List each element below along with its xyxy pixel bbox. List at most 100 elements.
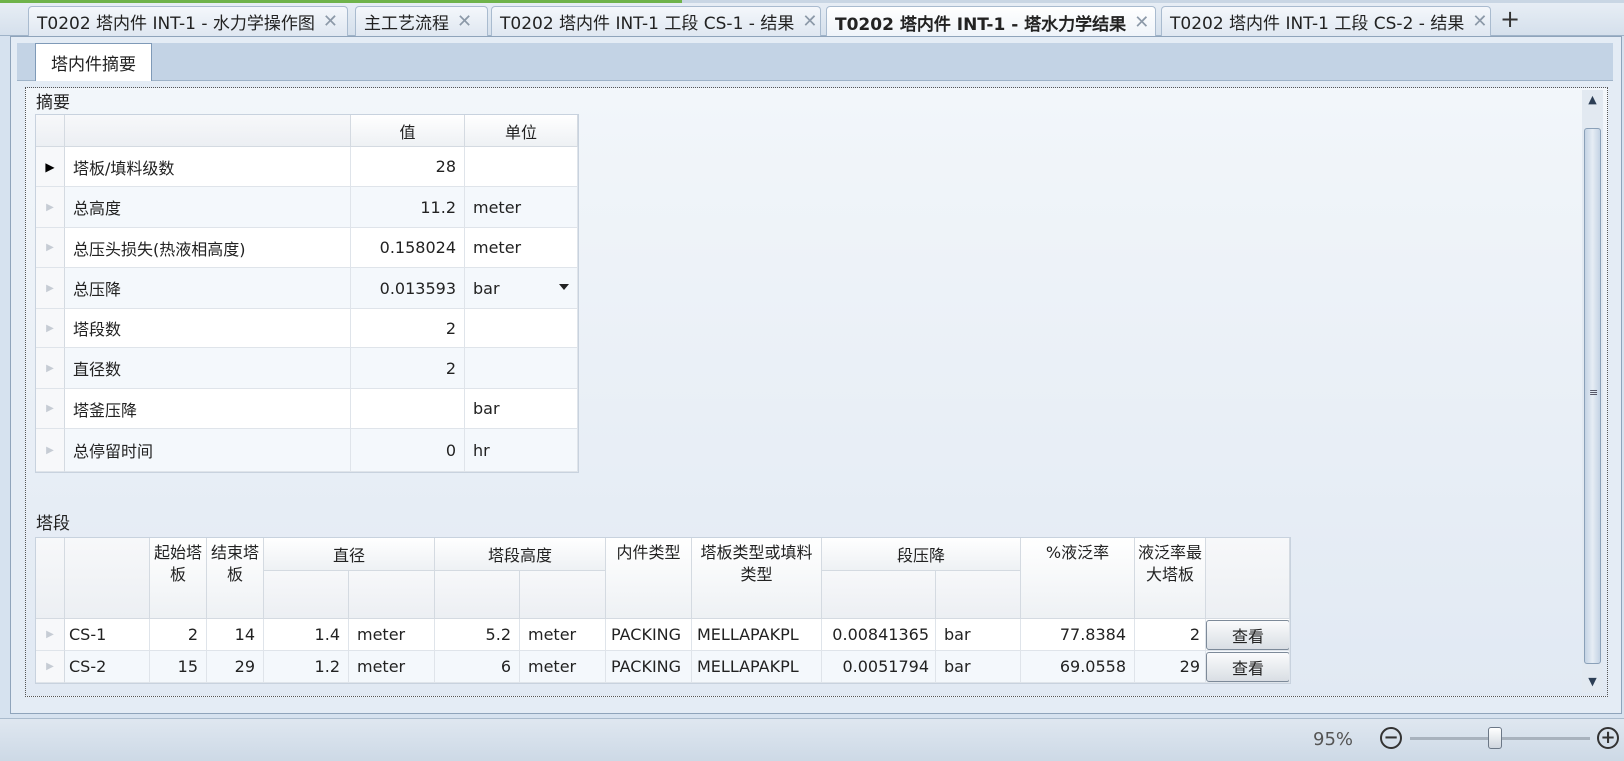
row-selector[interactable]: ▶ <box>36 651 65 683</box>
close-icon[interactable]: ✕ <box>1472 11 1487 32</box>
summary-row-value: 0.013593 <box>351 268 465 309</box>
diameter-header: 直径 <box>264 538 435 571</box>
tab-label: T0202 塔内件 INT-1 - 水力学操作图 <box>37 14 315 34</box>
diameter-unit-cell: meter <box>349 651 435 683</box>
section-dp-header: 段压降 <box>822 538 1021 571</box>
row-header-corner <box>36 115 65 147</box>
scroll-thumb[interactable]: ≡ <box>1584 128 1601 664</box>
internal-type-cell: PACKING <box>606 619 692 651</box>
row-header-corner <box>36 538 65 619</box>
height-unit-cell: meter <box>520 619 606 651</box>
height-value-subheader <box>435 571 520 619</box>
section-dp-unit-cell: bar <box>936 651 1021 683</box>
grip-icon: ≡ <box>1589 386 1599 399</box>
internal-type-cell: PACKING <box>606 651 692 683</box>
diameter-unit-subheader <box>349 571 435 619</box>
scroll-up-icon[interactable]: ▲ <box>1582 90 1603 110</box>
close-icon[interactable]: ✕ <box>802 11 817 32</box>
section-dp-unit-cell: bar <box>936 619 1021 651</box>
summary-row-unit: meter <box>465 187 578 228</box>
summary-row-unit <box>465 147 578 187</box>
diameter-cell: 1.4 <box>264 619 349 651</box>
row-selector[interactable]: ▶ <box>36 309 65 348</box>
row-selector[interactable]: ▶ <box>36 187 65 228</box>
tab-internals-summary[interactable]: 塔内件摘要 <box>35 43 152 81</box>
row-selector[interactable]: ▶ <box>36 268 65 309</box>
pct-flood-cell: 69.0558 <box>1021 651 1135 683</box>
summary-row-unit: meter <box>465 228 578 268</box>
row-selector[interactable]: ▶ <box>36 228 65 268</box>
zoom-out-icon[interactable]: − <box>1380 727 1402 749</box>
section-name: CS-2 <box>65 651 150 683</box>
section-dp-cell: 0.0051794 <box>822 651 936 683</box>
row-selector[interactable]: ▶ <box>36 619 65 651</box>
summary-row-value: 0.158024 <box>351 228 465 268</box>
summary-row-value: 0 <box>351 429 465 472</box>
sections-section-label: 塔段 <box>36 514 70 534</box>
status-bar: 95% − + <box>0 718 1624 761</box>
summary-row-value: 28 <box>351 147 465 187</box>
height-unit-subheader <box>520 571 606 619</box>
view-button[interactable]: 查看 <box>1206 620 1289 650</box>
max-flood-tray-cell: 2 <box>1135 619 1206 651</box>
pressure-drop-unit-select[interactable]: bar <box>465 268 578 309</box>
tab-label: T0202 塔内件 INT-1 - 塔水力学结果 <box>835 14 1127 35</box>
summary-row-value <box>351 389 465 429</box>
diameter-value-subheader <box>264 571 349 619</box>
summary-row-unit: bar <box>473 278 500 298</box>
view-button[interactable]: 查看 <box>1206 652 1289 682</box>
vertical-scrollbar[interactable]: ▲ ≡ ▼ <box>1582 90 1603 693</box>
tab-hydraulic-results[interactable]: T0202 塔内件 INT-1 - 塔水力学结果 ✕ <box>826 6 1156 37</box>
end-tray-cell: 14 <box>207 619 264 651</box>
height-unit-cell: meter <box>520 651 606 683</box>
value-column-header: 值 <box>351 115 465 147</box>
packing-type-cell: MELLAPAKPL <box>692 619 822 651</box>
row-selector[interactable]: ▶ <box>36 348 65 389</box>
tab-cs2-results[interactable]: T0202 塔内件 INT-1 工段 CS-2 - 结果 ✕ <box>1161 6 1491 36</box>
summary-row-name: 直径数 <box>65 348 351 389</box>
summary-row-unit <box>465 348 578 389</box>
summary-row-name: 总压头损失(热液相高度) <box>65 228 351 268</box>
name-column-header <box>65 538 150 619</box>
zoom-in-icon[interactable]: + <box>1597 727 1619 749</box>
summary-row-value: 2 <box>351 309 465 348</box>
row-selector[interactable]: ▶ <box>36 389 65 429</box>
start-tray-cell: 2 <box>150 619 207 651</box>
summary-row-name: 总停留时间 <box>65 429 351 472</box>
tab-label: T0202 塔内件 INT-1 工段 CS-2 - 结果 <box>1170 14 1465 34</box>
tab-label: 主工艺流程 <box>364 14 449 34</box>
dp-unit-subheader <box>936 571 1021 619</box>
new-tab-button[interactable]: + <box>1498 6 1522 34</box>
summary-grid: 值 单位 ▶ 塔板/填料级数 28 ▶ 总高度 11.2 meter ▶ 总压头… <box>35 114 579 473</box>
tab-hydraulic-plot[interactable]: T0202 塔内件 INT-1 - 水力学操作图 ✕ <box>28 6 348 36</box>
summary-row-name: 总高度 <box>65 187 351 228</box>
view-column-header <box>1206 538 1290 619</box>
internal-type-header: 内件类型 <box>606 538 692 619</box>
dropdown-arrow-icon[interactable] <box>559 284 569 290</box>
max-flood-tray-cell: 29 <box>1135 651 1206 683</box>
summary-row-value: 11.2 <box>351 187 465 228</box>
pct-flood-cell: 77.8384 <box>1021 619 1135 651</box>
summary-row-unit: hr <box>465 429 578 472</box>
current-row-icon[interactable]: ▶ <box>36 147 65 187</box>
diameter-unit-cell: meter <box>349 619 435 651</box>
sections-grid: 起始塔板 结束塔板 直径 塔段高度 内件类型 塔板类型或填料类型 段压降 %液泛… <box>35 537 1291 684</box>
tab-main-flowsheet[interactable]: 主工艺流程 ✕ <box>355 6 488 36</box>
scroll-down-icon[interactable]: ▼ <box>1582 672 1603 692</box>
zoom-slider-thumb[interactable] <box>1487 727 1502 749</box>
packing-type-cell: MELLAPAKPL <box>692 651 822 683</box>
tray-packing-type-header: 塔板类型或填料类型 <box>692 538 822 619</box>
height-cell: 5.2 <box>435 619 520 651</box>
tab-label: T0202 塔内件 INT-1 工段 CS-1 - 结果 <box>500 14 795 34</box>
close-icon[interactable]: ✕ <box>1134 12 1149 33</box>
tab-cs1-results[interactable]: T0202 塔内件 INT-1 工段 CS-1 - 结果 ✕ <box>491 6 821 36</box>
summary-row-name: 塔板/填料级数 <box>65 147 351 187</box>
row-selector[interactable]: ▶ <box>36 429 65 472</box>
dp-value-subheader <box>822 571 936 619</box>
close-icon[interactable]: ✕ <box>323 11 338 32</box>
tab-bar-accent <box>0 0 1624 3</box>
zoom-level: 95% <box>1313 729 1354 750</box>
close-icon[interactable]: ✕ <box>457 11 472 32</box>
section-name: CS-1 <box>65 619 150 651</box>
summary-row-name: 塔段数 <box>65 309 351 348</box>
